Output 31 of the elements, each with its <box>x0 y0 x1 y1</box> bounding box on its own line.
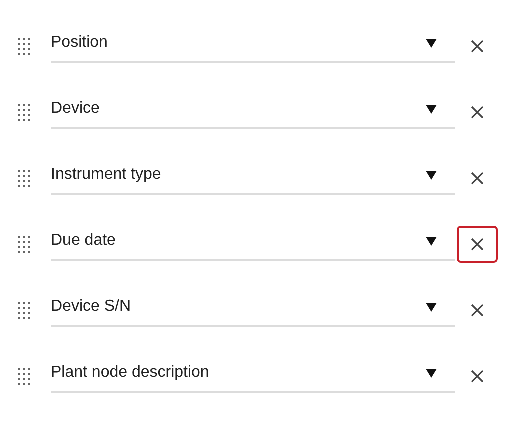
field-select[interactable]: Device S/N <box>51 289 455 327</box>
field-label: Position <box>51 33 109 53</box>
close-icon <box>471 172 484 184</box>
field-label: Device S/N <box>51 297 132 317</box>
drag-handle-icon[interactable] <box>18 38 30 54</box>
remove-button[interactable] <box>457 226 498 262</box>
dropdown-caret-icon <box>426 104 437 114</box>
field-label: Device <box>51 99 101 119</box>
close-icon <box>471 106 484 118</box>
field-select[interactable]: Position <box>51 25 455 63</box>
field-label: Due date <box>51 231 117 251</box>
dropdown-caret-icon <box>426 302 437 312</box>
drag-handle-icon[interactable] <box>18 302 30 318</box>
field-select[interactable]: Device <box>51 91 455 129</box>
drag-handle-icon[interactable] <box>18 236 30 252</box>
close-icon <box>471 238 484 250</box>
field-select[interactable]: Due date <box>51 223 455 261</box>
close-icon <box>471 370 484 382</box>
dropdown-caret-icon <box>426 368 437 378</box>
close-icon <box>471 40 484 52</box>
close-icon <box>471 304 484 316</box>
field-label: Plant node description <box>51 363 210 383</box>
dropdown-caret-icon <box>426 236 437 246</box>
drag-handle-icon[interactable] <box>18 104 30 120</box>
drag-handle-icon[interactable] <box>18 368 30 384</box>
field-label: Instrument type <box>51 165 162 185</box>
dropdown-caret-icon <box>426 170 437 180</box>
field-select[interactable]: Instrument type <box>51 157 455 195</box>
drag-handle-icon[interactable] <box>18 170 30 186</box>
dropdown-caret-icon <box>426 38 437 48</box>
field-select[interactable]: Plant node description <box>51 355 455 393</box>
